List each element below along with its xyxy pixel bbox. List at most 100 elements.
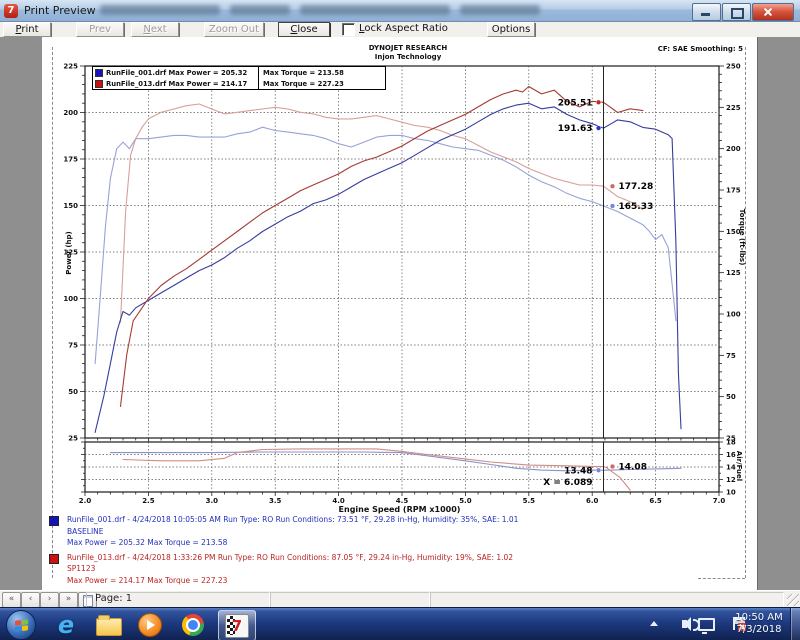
taskbar-item-file-explorer[interactable] [96,612,122,638]
minimize-button[interactable] [692,3,721,21]
close-preview-button[interactable]: Close [278,22,330,37]
legend-max-torque: Max Torque = 213.58 [258,67,344,78]
folder-icon [96,618,122,636]
app-icon: 7 [4,4,18,18]
run-info-baseline: RunFile_001.drf - 4/24/2018 10:05:05 AM … [47,514,518,549]
legend-row: RunFile_001.drf Max Power = 205.32 Max T… [93,67,385,78]
legend-swatch-blue [95,69,103,77]
window-title: Print Preview [24,4,96,17]
annotation-value: 191.63 [558,124,593,134]
svg-text:75: 75 [726,352,736,360]
svg-text:7.0: 7.0 [713,497,726,505]
last-page-button[interactable]: » [59,592,78,608]
zoom-out-button[interactable]: Zoom Out [204,22,264,37]
chart-legend: RunFile_001.drf Max Power = 205.32 Max T… [92,66,386,90]
taskbar: e 7 10:50 AM 7/3/2018 [0,607,800,640]
options-button[interactable]: Options [487,22,535,37]
volume-icon[interactable] [682,620,687,628]
winpep-icon: 7 [225,614,249,638]
taskbar-item-winpep-active[interactable]: 7 [218,610,256,640]
taskbar-item-chrome[interactable] [180,612,206,638]
airfuel-axis-label: Air/Fuel [735,441,743,491]
show-desktop-button[interactable] [790,608,800,640]
desktop-screen: 7 Print Preview Print Prev Next Zoom Out… [0,0,800,640]
first-page-button[interactable]: « [2,592,21,608]
redacted-title-text [100,5,560,17]
power-axis-label: Power (hp) [65,218,73,288]
svg-text:2.0: 2.0 [79,497,92,505]
svg-text:5.0: 5.0 [459,497,472,505]
windows-logo-icon [15,619,28,631]
resize-grip[interactable] [787,594,799,606]
svg-text:3.5: 3.5 [269,497,282,505]
legend-file-power: RunFile_001.drf Max Power = 205.32 [106,69,258,77]
svg-text:6.5: 6.5 [649,497,662,505]
preview-area: 2252001751501251007550252502252001751501… [0,37,800,590]
annotation-value: 13.48 [564,466,592,476]
tray-expand-icon[interactable] [650,621,658,626]
clock-date: 7/3/2018 [730,624,788,636]
annotation-value: 165.33 [618,202,653,212]
chart-title: DYNOJET RESEARCH [278,44,538,52]
run-color-swatch [49,516,59,526]
clock-time: 10:50 AM [730,612,788,624]
statusbar: « ‹ › » Page: 1 [0,590,800,608]
next-page-button[interactable]: › [40,592,59,608]
cursor-x-label: X = 6.089 [543,478,592,488]
svg-text:100: 100 [726,311,741,319]
status-cell [430,592,784,608]
run-line: Max Power = 205.32 Max Torque = 213.58 [67,537,518,549]
start-button[interactable] [6,610,36,640]
svg-text:150: 150 [63,202,78,210]
print-preview-toolbar: Print Prev Next Zoom Out Close Lock Aspe… [0,22,800,38]
next-button[interactable]: Next [131,22,179,37]
annotation-marker [596,126,601,131]
svg-text:5.5: 5.5 [523,497,536,505]
maximize-button[interactable] [722,3,751,21]
annotation-value: 177.28 [618,182,653,192]
svg-text:250: 250 [726,63,741,71]
svg-text:2.5: 2.5 [142,497,155,505]
svg-text:4.5: 4.5 [396,497,409,505]
annotation-marker [610,184,615,189]
run-info-sp1123: RunFile_013.drf - 4/24/2018 1:33:26 PM R… [47,552,518,587]
window-titlebar[interactable]: 7 Print Preview [0,0,800,22]
run-info-block: RunFile_001.drf - 4/24/2018 10:05:05 AM … [47,514,518,589]
svg-text:200: 200 [63,109,78,117]
print-margin-bottom [698,578,745,579]
legend-swatch-red [95,80,103,88]
taskbar-item-media-player[interactable] [137,612,163,638]
lock-aspect-ratio-checkbox[interactable] [342,23,355,36]
taskbar-clock[interactable]: 10:50 AM 7/3/2018 [730,612,788,636]
chrome-icon [182,614,204,636]
svg-text:50: 50 [68,388,78,396]
legend-max-torque: Max Torque = 227.23 [258,78,344,89]
network-icon[interactable] [698,618,715,631]
internet-explorer-icon: e [58,613,74,637]
annotation-marker [610,464,615,469]
legend-row: RunFile_013.drf Max Power = 214.17 Max T… [93,78,385,89]
preview-page: 2252001751501251007550252502252001751501… [42,37,757,590]
run-line: RunFile_001.drf - 4/24/2018 10:05:05 AM … [67,514,518,526]
print-margin-left [52,47,53,578]
annotation-marker [610,204,615,209]
svg-text:100: 100 [63,295,78,303]
taskbar-item-internet-explorer[interactable]: e [53,612,79,638]
page-number-label: Page: 1 [95,593,132,604]
torque-axis-label: Torque (ft-lbs) [738,192,746,282]
prev-button[interactable]: Prev [76,22,124,37]
svg-text:6.0: 6.0 [586,497,599,505]
prev-page-button[interactable]: ‹ [21,592,40,608]
minimize-icon [701,13,710,16]
svg-text:225: 225 [726,104,741,112]
svg-text:4.0: 4.0 [332,497,345,505]
legend-file-power: RunFile_013.drf Max Power = 214.17 [106,80,258,88]
svg-text:25: 25 [68,435,78,443]
svg-text:200: 200 [726,145,741,153]
annotation-value: 205.51 [558,98,593,108]
correction-smoothing-note: CF: SAE Smoothing: 5 [658,45,743,53]
print-button[interactable]: Print [3,22,51,37]
close-window-button[interactable] [752,3,794,21]
media-player-icon [138,613,162,637]
run-line: BASELINE [67,526,518,538]
